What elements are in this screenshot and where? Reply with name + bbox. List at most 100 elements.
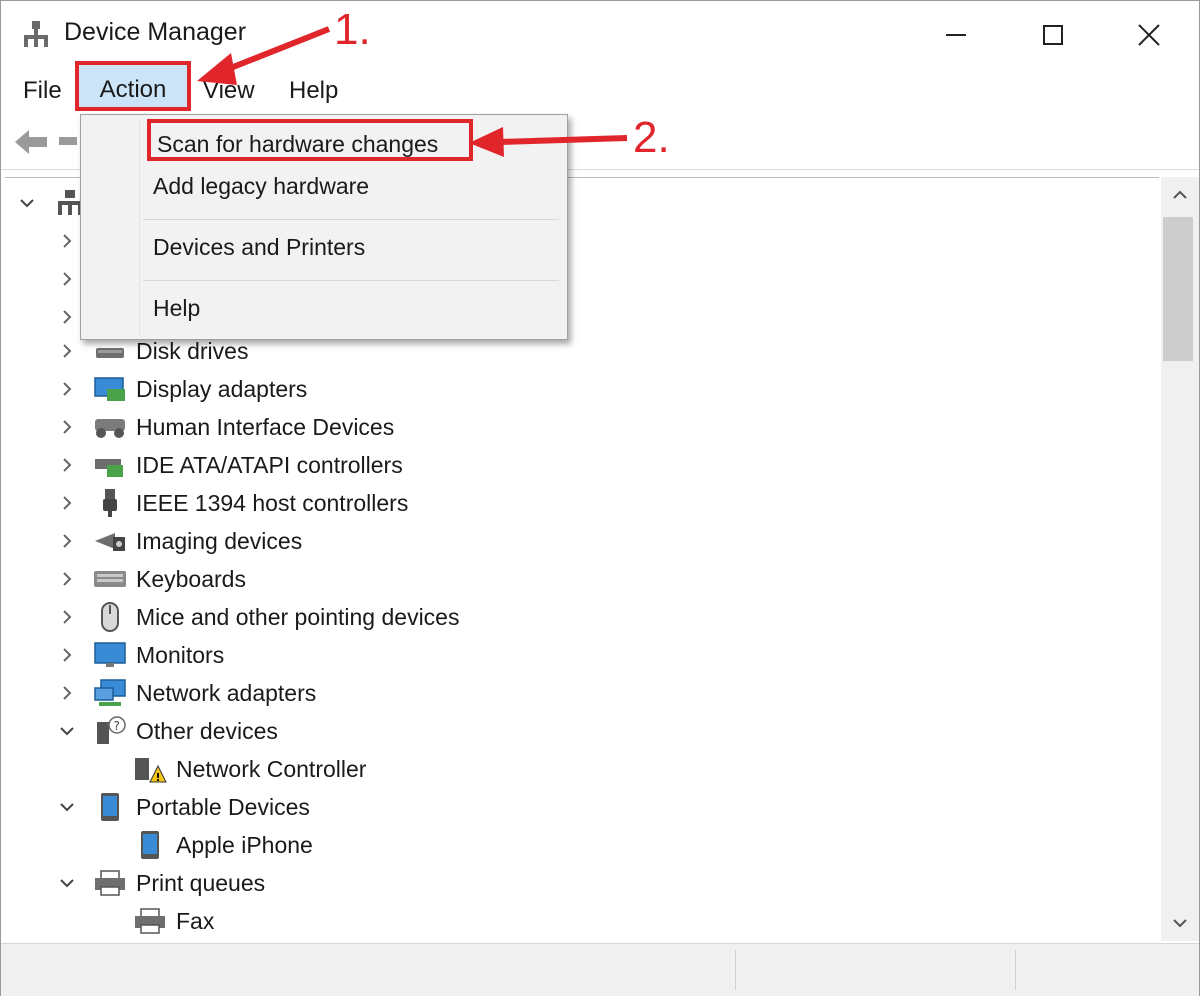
tree-item[interactable]: IDE ATA/ATAPI controllers [57,446,403,484]
firewire-icon [93,488,127,518]
device-manager-window: Device Manager File Action View Help Dis… [0,0,1200,996]
chevron-down-icon[interactable] [17,193,37,213]
tree-item[interactable]: IEEE 1394 host controllers [57,484,408,522]
status-bar [1,943,1199,996]
monitor-icon [93,640,127,670]
back-button[interactable] [13,127,49,162]
tree-item[interactable]: ! Network Controller [133,750,366,788]
chevron-up-icon [1173,190,1187,199]
mouse-icon [93,602,127,632]
action-menu: Scan for hardware changes Add legacy har… [80,114,568,340]
title-bar: Device Manager [1,1,1199,67]
tree-item-label: Network adapters [136,679,317,706]
keyboard-icon [93,564,127,594]
svg-text:?: ? [114,719,120,733]
tree-item-label: Portable Devices [136,793,310,820]
menu-item-help[interactable]: Help [153,295,200,322]
tree-item-label: Imaging devices [136,527,303,554]
tree-item[interactable]: Keyboards [57,560,246,598]
tree-item-label: Network Controller [176,755,367,782]
minimize-button[interactable] [936,15,976,55]
svg-text:!: ! [156,771,161,784]
status-divider [735,950,736,990]
tree-item-label: IEEE 1394 host controllers [136,489,409,516]
chevron-right-icon[interactable] [57,417,77,437]
tree-item[interactable]: Apple iPhone [133,826,313,864]
forward-button[interactable] [57,131,79,156]
tree-item[interactable]: Monitors [57,636,224,674]
chevron-down-icon[interactable] [57,797,77,817]
status-divider [1015,950,1016,990]
tree-item-label: Monitors [136,641,225,668]
close-button[interactable] [1129,15,1169,55]
tree-item[interactable]: Human Interface Devices [57,408,394,446]
fax-icon [133,906,167,936]
step-1-label: 1. [334,5,371,54]
tree-item[interactable]: Portable Devices [57,788,310,826]
tree-item[interactable]: ? Other devices [57,712,278,750]
tree-item[interactable]: Mice and other pointing devices [57,598,459,636]
tree-item-label: Disk drives [136,337,249,364]
step-2-label: 2. [633,113,670,162]
tree-item[interactable]: Imaging devices [57,522,302,560]
chevron-right-icon[interactable] [57,531,77,551]
tree-item[interactable]: Network adapters [57,674,316,712]
menu-view[interactable]: View [195,73,263,109]
menu-help[interactable]: Help [281,73,346,109]
scroll-down-button[interactable] [1161,907,1199,941]
back-arrow-icon [15,130,47,154]
tree-item-label: Keyboards [136,565,246,592]
menu-item-add-legacy-hardware[interactable]: Add legacy hardware [153,173,369,200]
tree-item-label: Print queues [136,869,266,896]
phone-icon [133,830,167,860]
chevron-down-icon [1173,919,1187,928]
forward-arrow-icon [59,137,77,145]
tree-item[interactable]: Fax [133,902,214,940]
menu-item-devices-printers[interactable]: Devices and Printers [153,234,365,261]
chevron-right-icon[interactable] [57,269,77,289]
portable-device-icon [93,792,127,822]
chevron-down-icon[interactable] [57,721,77,741]
printer-icon [93,868,127,898]
menu-action[interactable]: Action [75,61,191,111]
maximize-icon [1043,25,1063,45]
chevron-right-icon[interactable] [57,683,77,703]
tree-item-label: Mice and other pointing devices [136,603,460,630]
disk-drive-icon [93,336,127,366]
scroll-up-button[interactable] [1161,177,1199,211]
menu-gutter [139,119,140,335]
tree-item-label: Human Interface Devices [136,413,395,440]
chevron-right-icon[interactable] [57,493,77,513]
maximize-button[interactable] [1033,15,1073,55]
network-adapter-icon [93,678,127,708]
menu-file[interactable]: File [15,73,70,109]
vertical-scrollbar[interactable] [1161,177,1199,941]
hid-icon [93,412,127,442]
chevron-right-icon[interactable] [57,455,77,475]
tree-item[interactable]: Display adapters [57,370,307,408]
chevron-right-icon[interactable] [57,341,77,361]
warning-device-icon: ! [133,754,167,784]
chevron-right-icon[interactable] [57,645,77,665]
chevron-down-icon[interactable] [57,873,77,893]
scroll-thumb[interactable] [1163,217,1193,361]
device-manager-icon [21,19,51,49]
chevron-right-icon[interactable] [57,231,77,251]
menu-bar: File Action View Help [1,61,1199,113]
chevron-right-icon[interactable] [57,607,77,627]
chevron-right-icon[interactable] [57,307,77,327]
tree-item[interactable]: Print queues [57,864,265,902]
tree-item-label: IDE ATA/ATAPI controllers [136,451,403,478]
close-icon [1138,24,1160,46]
minimize-icon [946,34,966,36]
tree-item-label: Display adapters [136,375,308,402]
menu-separator [143,280,559,281]
chevron-right-icon[interactable] [57,569,77,589]
tree-item-label: Apple iPhone [176,831,313,858]
chevron-right-icon[interactable] [57,379,77,399]
menu-separator [143,219,559,220]
camera-icon [93,526,127,556]
unknown-device-icon: ? [93,716,127,746]
menu-item-scan-hardware[interactable]: Scan for hardware changes [147,119,473,161]
display-adapter-icon [93,374,127,404]
